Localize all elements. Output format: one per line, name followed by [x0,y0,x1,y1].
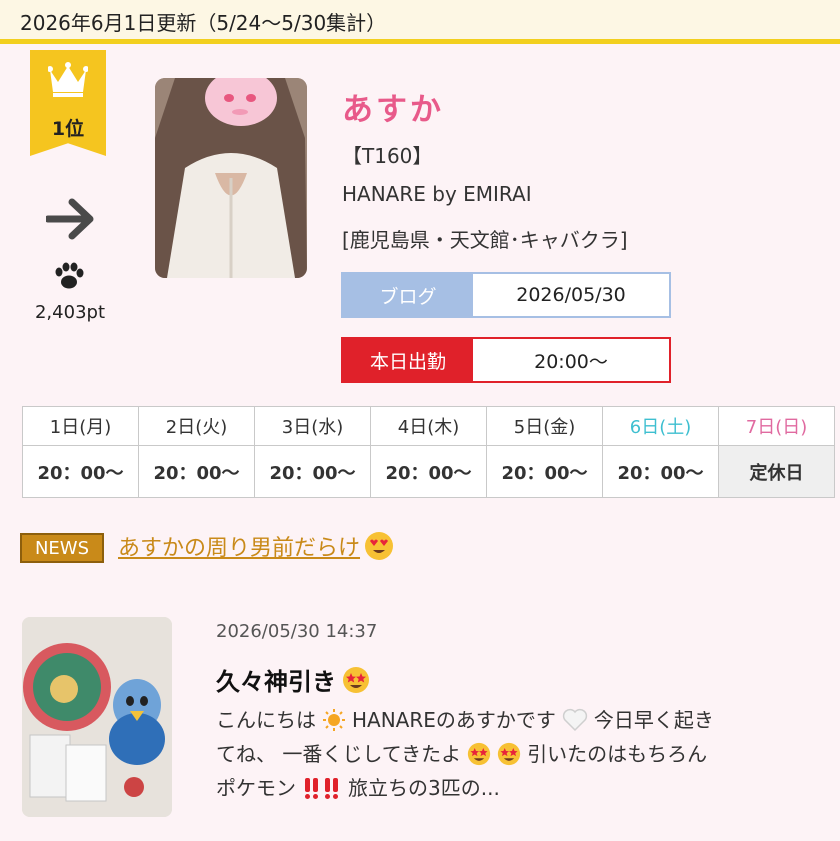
star-struck-emoji-icon [498,742,521,766]
schedule-day-saturday: 6日(土) [602,406,719,446]
schedule-time: 20：00〜 [370,445,487,498]
ranking-header: 2026年6月1日更新（5/24〜5/30集計） [0,0,840,44]
schedule-times-row: 20：00〜 20：00〜 20：00〜 20：00〜 20：00〜 20：00… [22,445,835,498]
post-excerpt-line-3: ポケモン 旅立ちの3匹の... [216,771,816,805]
post-text: 旅立ちの3匹の... [348,776,500,800]
points-value: 2,403pt [34,302,105,323]
weekly-schedule: 1日(月) 2日(火) 3日(水) 4日(木) 5日(金) 6日(土) 7日(日… [22,406,835,498]
schedule-day: 1日(月) [22,406,139,446]
post-title-text: 久々神引き [216,668,336,696]
star-struck-emoji-icon [468,742,491,766]
arrow-right-icon [46,198,94,240]
news-link-text: あすかの周り男前だらけ [118,536,361,561]
schedule-time: 20：00〜 [138,445,255,498]
star-struck-emoji-icon [343,666,369,693]
cast-shop[interactable]: HANARE by EMIRAI [342,182,532,206]
post-thumbnail[interactable] [22,617,172,817]
schedule-time: 20：00〜 [22,445,139,498]
post-text: こんにちは [216,708,316,732]
schedule-time: 20：00〜 [486,445,603,498]
schedule-day: 5日(金) [486,406,603,446]
schedule-day: 3日(水) [254,406,371,446]
paw-icon [55,262,84,289]
blog-info[interactable]: ブログ 2026/05/30 [341,272,671,318]
cast-area: [鹿児島県・天文館･キャバクラ] [342,228,628,252]
post-excerpt-line-2: てね、 一番くじしてきたよ 引いたのはもちろん [216,737,816,771]
post-thumbnail-illustration [22,617,172,817]
post-text: 今日早く起き [593,708,714,732]
schedule-days-row: 1日(月) 2日(火) 3日(水) 4日(木) 5日(金) 6日(土) 7日(日… [22,406,835,446]
heart-eyes-emoji-icon [365,532,394,560]
white-heart-emoji-icon [562,708,588,732]
attendance-label: 本日出勤 [343,339,473,381]
double-exclamation-icon [305,778,338,799]
crown-icon [48,62,88,97]
schedule-time: 20：00〜 [602,445,719,498]
schedule-day-sunday: 7日(日) [718,406,835,446]
schedule-time: 20：00〜 [254,445,371,498]
rank-label: 1位 [51,118,85,140]
post-text: てね、 一番くじしてきたよ [216,742,462,766]
profile-photo-illustration [155,78,307,278]
post-datetime: 2026/05/30 14:37 [216,621,378,642]
post-text: ポケモン [216,776,296,800]
schedule-day: 2日(火) [138,406,255,446]
attendance-info: 本日出勤 20:00〜 [341,337,671,383]
post-excerpt: こんにちは HANAREのあすかです 今日早く起き てね、 一番くじしてきたよ [216,703,816,805]
post-text: 引いたのはもちろん [527,742,708,766]
schedule-day: 4日(木) [370,406,487,446]
cast-name[interactable]: あすか [342,84,444,129]
post-title[interactable]: 久々神引き [216,662,370,697]
cast-height: 【T160】 [342,144,433,168]
update-date-text: 2026年6月1日更新（5/24〜5/30集計） [20,11,387,35]
sun-emoji-icon [323,709,345,731]
news-badge: NEWS [20,533,104,563]
blog-date: 2026/05/30 [516,284,626,306]
attendance-time: 20:00〜 [534,350,608,373]
profile-photo[interactable] [155,78,307,278]
news-link[interactable]: あすかの周り男前だらけ [118,530,394,562]
schedule-day-off: 定休日 [718,445,835,498]
post-excerpt-line-1: こんにちは HANAREのあすかです 今日早く起き [216,703,816,737]
post-text: HANAREのあすかです [352,708,556,732]
blog-label: ブログ [343,274,473,316]
